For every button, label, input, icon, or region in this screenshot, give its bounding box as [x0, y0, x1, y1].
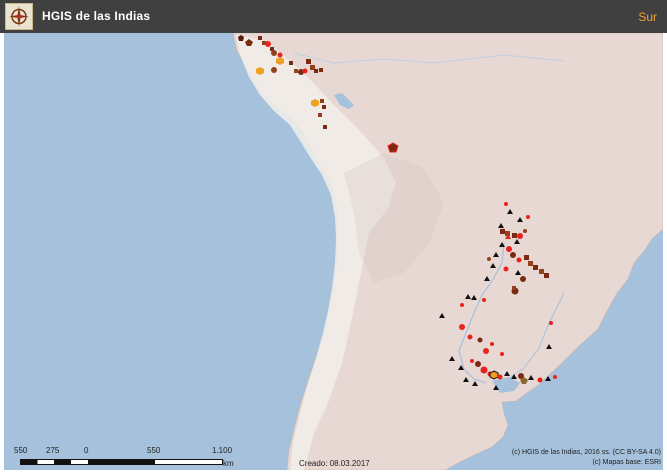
region-label[interactable]: Sur	[638, 10, 657, 24]
circle-marker[interactable]	[553, 375, 557, 379]
circle-marker[interactable]	[503, 266, 509, 272]
circle-marker[interactable]	[271, 67, 277, 73]
square-marker[interactable]	[320, 99, 324, 103]
app-title: HGIS de las Indias	[42, 9, 151, 23]
scale-label: 550	[147, 446, 161, 455]
circle-marker[interactable]	[265, 41, 271, 47]
square-marker[interactable]	[258, 36, 262, 40]
scale-unit: km	[223, 459, 234, 468]
square-marker[interactable]	[294, 69, 298, 73]
circle-marker[interactable]	[549, 321, 553, 325]
circle-marker[interactable]	[497, 374, 503, 380]
scale-label: 550	[14, 446, 28, 455]
square-marker[interactable]	[319, 68, 323, 72]
circle-marker[interactable]	[459, 324, 465, 330]
attribution-line: (c) HGIS de las Indias, 2016 ss. (CC BY-…	[511, 449, 661, 456]
circle-marker[interactable]	[504, 202, 508, 206]
circle-marker[interactable]	[302, 68, 308, 74]
circle-marker[interactable]	[487, 257, 491, 261]
square-marker[interactable]	[306, 59, 311, 64]
circle-marker[interactable]	[470, 359, 474, 363]
square-marker[interactable]	[500, 229, 505, 234]
square-marker[interactable]	[539, 269, 544, 274]
circle-marker[interactable]	[537, 377, 543, 383]
square-marker[interactable]	[314, 69, 318, 73]
square-marker[interactable]	[289, 61, 293, 65]
scale-bar-labels: 550 275 0 550 1.100	[0, 446, 300, 458]
circle-marker[interactable]	[467, 334, 473, 340]
map-canvas[interactable]	[4, 33, 663, 470]
scale-label: 0	[84, 446, 89, 455]
square-marker[interactable]	[512, 233, 517, 238]
circle-marker[interactable]	[477, 337, 483, 343]
compass-rose-emblem-icon[interactable]	[5, 3, 33, 30]
circle-marker[interactable]	[480, 366, 488, 374]
created-date: Creado: 08.03.2017	[299, 459, 370, 468]
scale-bar	[20, 459, 223, 465]
app-window: HGIS de las Indias Sur 550 275 0 550 1.1…	[0, 0, 667, 472]
square-marker[interactable]	[524, 255, 529, 260]
scale-label: 275	[46, 446, 60, 455]
circle-marker[interactable]	[277, 52, 283, 58]
header-bar: HGIS de las Indias Sur	[0, 0, 667, 33]
circle-marker[interactable]	[517, 233, 523, 239]
square-marker[interactable]	[544, 273, 549, 278]
circle-marker[interactable]	[460, 303, 464, 307]
circle-marker[interactable]	[482, 298, 486, 302]
square-marker[interactable]	[323, 125, 327, 129]
square-marker[interactable]	[512, 286, 516, 290]
circle-marker[interactable]	[271, 50, 277, 56]
circle-marker[interactable]	[520, 276, 526, 282]
hexagon-marker[interactable]	[489, 370, 499, 380]
attribution: (c) HGIS de las Indias, 2016 ss. (CC BY-…	[512, 448, 661, 468]
circle-marker[interactable]	[490, 342, 494, 346]
circle-marker[interactable]	[516, 257, 522, 263]
circle-marker[interactable]	[526, 215, 530, 219]
circle-marker[interactable]	[510, 252, 516, 258]
circle-marker[interactable]	[523, 229, 527, 233]
attribution-line: (c) Mapas base: ESRI	[592, 459, 661, 466]
square-marker[interactable]	[322, 105, 326, 109]
square-marker[interactable]	[533, 265, 538, 270]
circle-marker[interactable]	[506, 246, 512, 252]
circle-marker[interactable]	[483, 348, 489, 354]
square-marker[interactable]	[318, 113, 322, 117]
circle-marker[interactable]	[475, 361, 481, 367]
circle-marker[interactable]	[500, 352, 504, 356]
scale-label: 1.100	[212, 446, 233, 455]
square-marker[interactable]	[528, 261, 533, 266]
